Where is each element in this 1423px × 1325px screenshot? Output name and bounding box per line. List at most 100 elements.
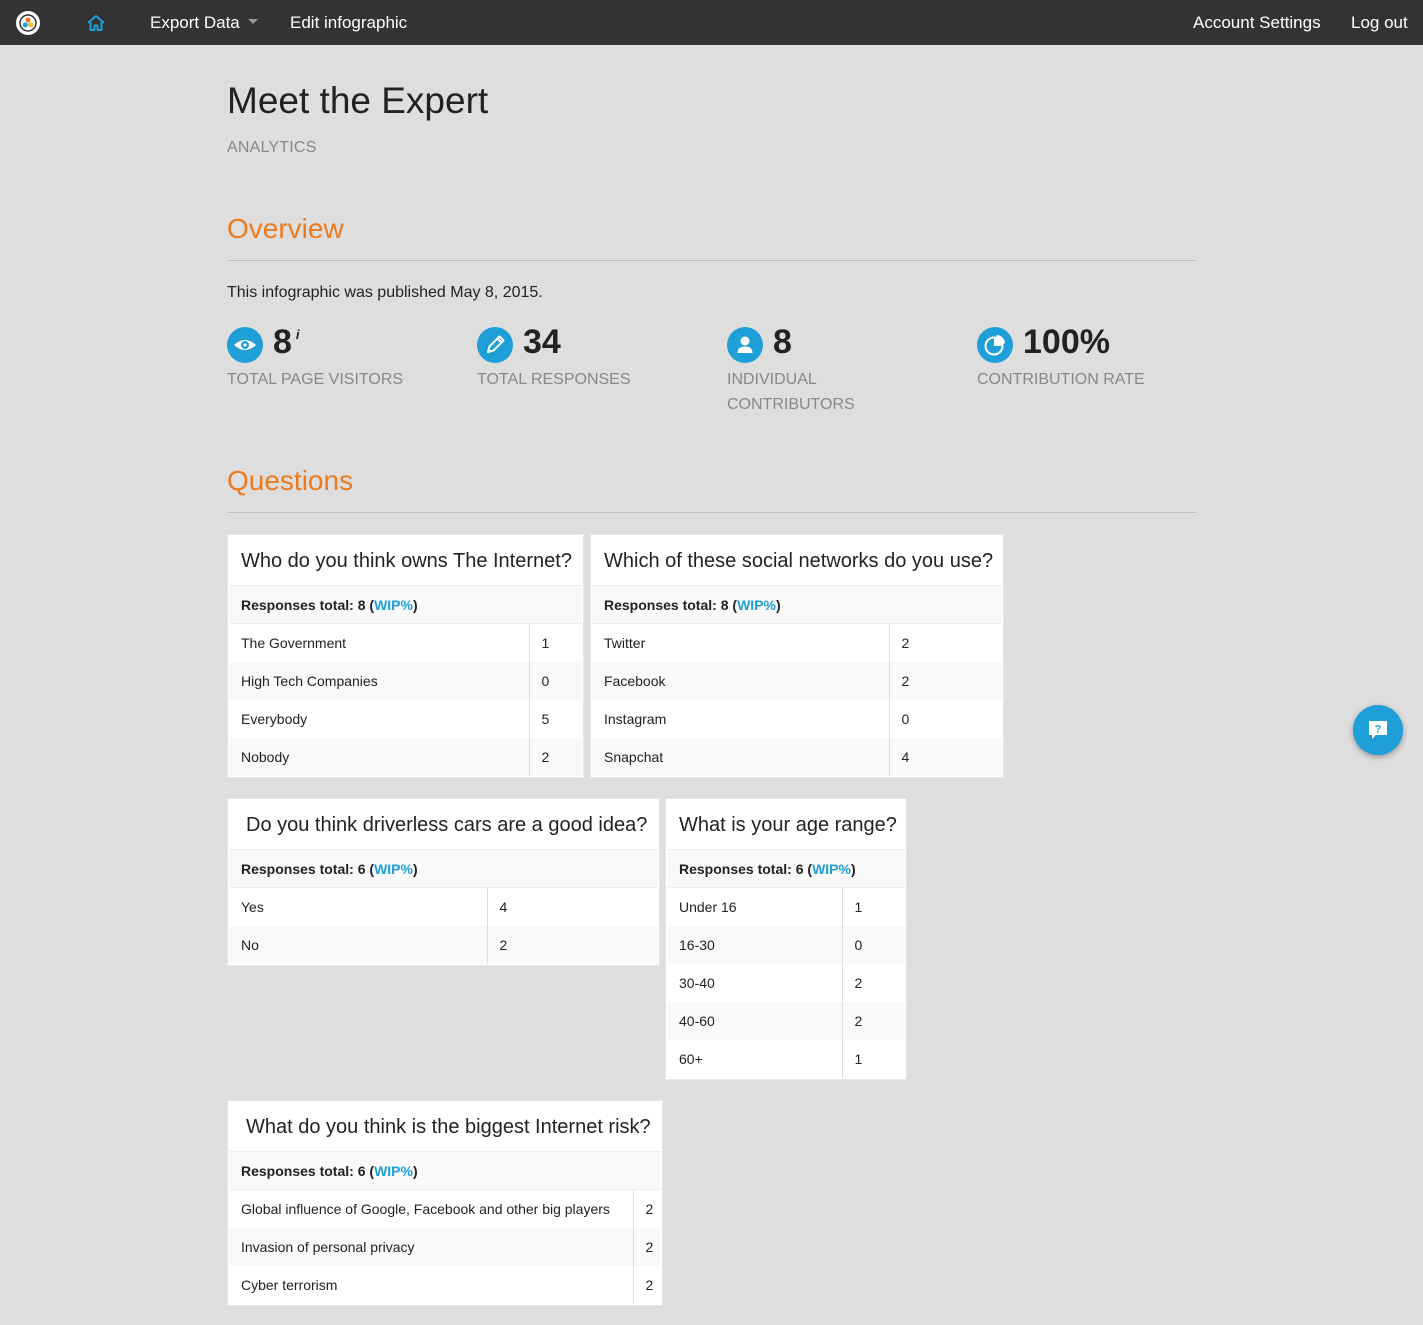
table-row: High Tech Companies 0 [229,662,582,700]
table-row: Nobody 2 [229,738,582,776]
answers-table: The Government 1 High Tech Companies 0 Eve… [229,624,582,776]
table-row: Everybody 5 [229,700,582,738]
stat-value: 8 [273,323,292,361]
question-title: Who do you think owns The Internet? [229,536,582,586]
divider [227,260,1197,261]
answer-cell: Everybody [229,700,529,738]
question-title: Which of these social networks do you us… [592,536,1002,586]
table-row: 16-30 0 [667,926,905,964]
count-cell: 2 [632,1266,661,1304]
question-card: What do you think is the biggest Interne… [228,1101,662,1305]
answer-cell: Twitter [592,624,889,662]
answer-cell: Instagram [592,700,889,738]
answer-cell: Invasion of personal privacy [229,1228,633,1266]
divider [227,512,1197,513]
table-row: Facebook 2 [592,662,1002,700]
help-icon: ? [1369,721,1387,739]
wip-link[interactable]: WIP% [374,1163,413,1179]
page-subtitle: ANALYTICS [227,139,317,156]
overview-heading: Overview [227,213,344,244]
account-settings-link[interactable]: Account Settings [1193,0,1321,45]
count-cell: 2 [841,1002,905,1040]
count-cell: 0 [528,662,582,700]
table-row: Cyber terrorism 2 [229,1266,661,1304]
question-card: What is your age range? Responses total:… [666,799,906,1079]
top-nav: Export Data Edit infographic Account Set… [0,0,1423,45]
answer-cell: High Tech Companies [229,662,529,700]
count-cell: 2 [632,1190,661,1228]
answers-table: Yes 4 No 2 [229,888,658,964]
published-text: This infographic was published May 8, 20… [227,284,543,301]
table-row: 60+ 1 [667,1040,905,1078]
answer-cell: The Government [229,624,529,662]
eye-icon [227,327,263,363]
table-row: The Government 1 [229,624,582,662]
questions-heading: Questions [227,465,354,496]
answers-table: Global influence of Google, Facebook and… [229,1190,661,1304]
table-row: Under 16 1 [667,888,905,926]
count-cell: 0 [841,926,905,964]
pie-chart-icon [977,327,1013,363]
wip-link[interactable]: WIP% [374,597,413,613]
info-icon[interactable]: i [296,327,300,342]
stat-value: 8 [773,323,792,361]
table-row: 30-40 2 [667,964,905,1002]
home-icon[interactable] [85,12,107,34]
app-logo-icon[interactable] [16,11,40,35]
count-cell: 2 [486,926,658,964]
question-title: What do you think is the biggest Interne… [229,1102,661,1152]
stat-label: INDIVIDUAL CONTRIBUTORS [727,371,855,413]
answer-cell: Facebook [592,662,889,700]
count-cell: 4 [486,888,658,926]
count-cell: 5 [528,700,582,738]
answer-cell: Under 16 [667,888,842,926]
pencil-icon [477,327,513,363]
question-card: Which of these social networks do you us… [591,535,1003,777]
svg-text:?: ? [1375,724,1382,736]
chevron-down-icon [247,19,258,25]
responses-total: Responses total: 6 (WIP%) [667,850,905,888]
export-data-label: Export Data [150,13,240,32]
count-cell: 1 [841,1040,905,1078]
count-cell: 0 [888,700,1002,738]
count-cell: 2 [528,738,582,776]
help-chat-button[interactable]: ? [1353,705,1403,755]
count-cell: 2 [888,662,1002,700]
answer-cell: Nobody [229,738,529,776]
user-icon [727,327,763,363]
answer-cell: Cyber terrorism [229,1266,633,1304]
answer-cell: Snapchat [592,738,889,776]
answer-cell: 30-40 [667,964,842,1002]
table-row: Twitter 2 [592,624,1002,662]
responses-total: Responses total: 6 (WIP%) [229,850,658,888]
stat-value: 100% [1023,323,1110,361]
wip-link[interactable]: WIP% [737,597,776,613]
question-title: Do you think driverless cars are a good … [229,800,658,850]
count-cell: 1 [841,888,905,926]
responses-total: Responses total: 8 (WIP%) [229,586,582,624]
page-title: Meet the Expert [227,80,489,121]
answer-cell: No [229,926,487,964]
stat-label: TOTAL RESPONSES [477,371,631,388]
table-row: Global influence of Google, Facebook and… [229,1190,661,1228]
answers-table: Twitter 2 Facebook 2 Instagram 0 Snapchat 4 [592,624,1002,776]
table-row: Yes 4 [229,888,658,926]
answer-cell: Global influence of Google, Facebook and… [229,1190,633,1228]
count-cell: 2 [632,1228,661,1266]
responses-total: Responses total: 6 (WIP%) [229,1152,661,1190]
wip-link[interactable]: WIP% [812,861,851,877]
answer-cell: 60+ [667,1040,842,1078]
responses-total: Responses total: 8 (WIP%) [592,586,1002,624]
logout-link[interactable]: Log out [1351,0,1408,45]
export-data-dropdown[interactable]: Export Data [150,0,258,45]
count-cell: 2 [888,624,1002,662]
table-row: 40-60 2 [667,1002,905,1040]
wip-link[interactable]: WIP% [374,861,413,877]
table-row: No 2 [229,926,658,964]
table-row: Instagram 0 [592,700,1002,738]
question-title: What is your age range? [667,800,905,850]
answers-table: Under 16 1 16-30 0 30-40 2 40-60 2 60+ 1 [667,888,905,1078]
table-row: Invasion of personal privacy 2 [229,1228,661,1266]
stat-label: TOTAL PAGE VISITORS [227,371,404,388]
edit-infographic-link[interactable]: Edit infographic [290,0,407,45]
